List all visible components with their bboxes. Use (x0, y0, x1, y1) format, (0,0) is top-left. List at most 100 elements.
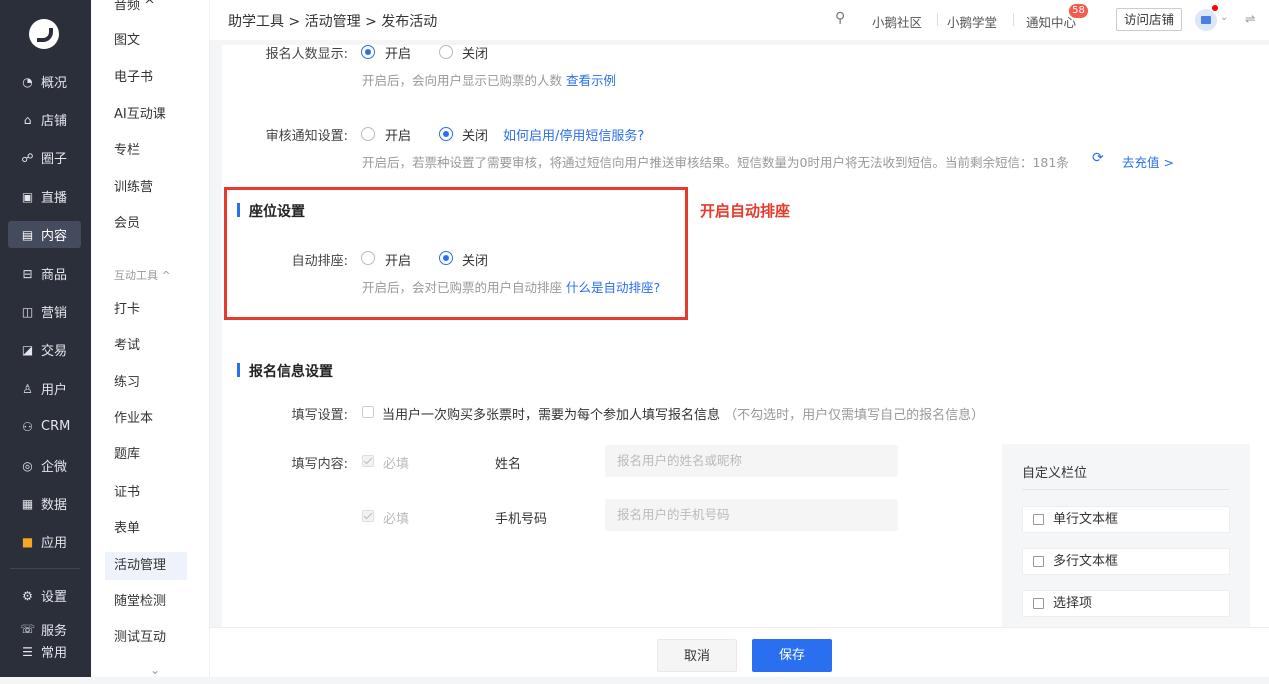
sidebar2-item-quiz[interactable]: 随堂检测 (105, 588, 187, 616)
signup-count-off-radio[interactable] (439, 45, 453, 59)
textarea-icon (1033, 556, 1044, 567)
audit-notice-hint: 开启后，若票种设置了需要审核，将通过短信向用户推送审核结果。短信数量为0时用户将… (362, 155, 1069, 170)
circle-icon: ☍ (21, 150, 34, 165)
community-link[interactable]: 小鹅社区 (872, 12, 922, 31)
sidebar-item-crm[interactable]: ⚇ CRM (8, 413, 81, 440)
sidebar2-item-checkin[interactable]: 打卡 (105, 296, 187, 324)
signup-count-label: 报名人数显示: (265, 47, 348, 62)
sidebar-item-goods[interactable]: ⊟ 商品 (8, 260, 81, 287)
secondary-sidebar: 音频 ^ 图文 电子书 AI互动课 专栏 训练营 会员 互动工具 ^ 打卡 考试… (91, 0, 210, 677)
data-icon: ▦ (21, 496, 34, 511)
sidebar2-item-activity[interactable]: 活动管理 (105, 552, 187, 580)
cancel-button[interactable]: 取消 (657, 639, 737, 672)
audit-notice-on-radio[interactable] (361, 127, 375, 141)
refresh-icon[interactable]: ⟳ (1092, 150, 1104, 166)
sidebar-item-content[interactable]: ▤ 内容 (8, 221, 81, 248)
sidebar2-item-column[interactable]: 专栏 (105, 137, 187, 165)
live-icon: ▣ (21, 189, 34, 204)
audit-notice-label: 审核通知设置: (265, 129, 348, 144)
sidebar-item-trade[interactable]: ◪ 交易 (8, 336, 81, 363)
signup-count-on-radio[interactable] (361, 45, 375, 59)
sidebar-item-label: 常用 (41, 646, 68, 661)
sidebar2-item-form[interactable]: 表单 (105, 515, 187, 543)
school-link[interactable]: 小鹅学堂 (947, 12, 997, 31)
sidebar2-item-homework[interactable]: 作业本 (105, 405, 187, 433)
goods-icon: ⊟ (22, 266, 33, 281)
sidebar-item-label: 数据 (41, 498, 68, 513)
fill-setting-label: 填写设置: (291, 408, 348, 423)
service-icon: ☏ (20, 622, 36, 636)
audit-notice-off-radio[interactable] (439, 127, 453, 141)
single-line-text-item[interactable]: 单行文本框 (1022, 506, 1230, 533)
sidebar2-item-camp[interactable]: 训练营 (105, 174, 187, 202)
sidebar-item-circle[interactable]: ☍ 圈子 (8, 144, 81, 171)
item-label: 多行文本框 (1053, 554, 1119, 569)
sidebar-item-label: 服务 (41, 623, 68, 637)
sidebar2-item-question-bank[interactable]: 题库 (105, 441, 187, 469)
sms-service-help-link[interactable]: 如何启用/停用短信服务? (503, 125, 644, 144)
chevron-down-icon[interactable]: ⌄ (1220, 12, 1228, 23)
visit-store-button[interactable]: 访问店铺 (1116, 8, 1182, 31)
divider (937, 13, 938, 26)
sidebar-item-service[interactable]: ☏ 服务 (8, 622, 81, 636)
audit-notice-on-label[interactable]: 开启 (385, 125, 411, 144)
sidebar2-item-audio[interactable]: 音频 ^ (105, 0, 187, 20)
option-item[interactable]: 选择项 (1022, 590, 1230, 617)
signup-info-section-title: 报名信息设置 (237, 361, 333, 381)
signup-count-on-label[interactable]: 开启 (385, 43, 411, 62)
sidebar2-item-ai-course[interactable]: AI互动课 (105, 101, 187, 129)
sidebar-item-wecom[interactable]: ◎ 企微 (8, 452, 81, 479)
marketing-icon: ◫ (21, 304, 34, 319)
notification-badge: 58 (1069, 4, 1088, 18)
audit-notice-off-label[interactable]: 关闭 (462, 125, 488, 144)
text-icon (1033, 514, 1044, 525)
logo-icon[interactable] (29, 19, 59, 49)
avatar[interactable] (1195, 9, 1217, 31)
sidebar2-item-member[interactable]: 会员 (105, 210, 187, 238)
sidebar2-item-ebook[interactable]: 电子书 (105, 64, 187, 92)
sidebar-item-common[interactable]: ☰ 常用 (8, 638, 81, 665)
search-icon[interactable]: ⚲ (835, 10, 845, 26)
content-icon: ▤ (21, 227, 34, 242)
sidebar2-item-article[interactable]: 图文 (105, 27, 187, 55)
signup-count-hint: 开启后，会向用户显示已购票的人数 查看示例 (362, 70, 616, 89)
sidebar-item-label: 交易 (41, 344, 68, 359)
sidebar-item-data[interactable]: ▦ 数据 (8, 490, 81, 517)
footer-bar: 取消 保存 (210, 627, 1269, 677)
sidebar-item-store[interactable]: ⌂ 店铺 (8, 106, 81, 133)
sidebar2-item-practice[interactable]: 练习 (105, 369, 187, 397)
store-icon: ⌂ (23, 112, 32, 127)
sidebar2-group-tools[interactable]: 互动工具 ^ (105, 262, 187, 290)
sidebar-item-apps[interactable]: ■ 应用 (8, 528, 81, 555)
user-icon: ♙ (22, 381, 33, 396)
sidebar-item-label: 概况 (41, 76, 68, 91)
sidebar-item-label: 应用 (41, 536, 68, 551)
signup-count-off-label[interactable]: 关闭 (462, 43, 488, 62)
sidebar-item-settings[interactable]: ⚙ 设置 (8, 582, 81, 609)
sidebar-item-label: 圈子 (41, 152, 68, 167)
sidebar-item-users[interactable]: ♙ 用户 (8, 375, 81, 402)
phone-field[interactable]: 报名用户的手机号码 (605, 499, 898, 531)
sidebar2-item-interactive-test[interactable]: 测试互动 (105, 624, 187, 652)
sidebar2-item-certificate[interactable]: 证书 (105, 479, 187, 507)
sidebar-item-live[interactable]: ▣ 直播 (8, 183, 81, 210)
item-label: 选择项 (1053, 596, 1093, 611)
sidebar-item-marketing[interactable]: ◫ 营销 (8, 298, 81, 325)
view-example-link[interactable]: 查看示例 (566, 73, 616, 88)
divider (1013, 13, 1014, 26)
name-field[interactable]: 报名用户的姓名或昵称 (605, 445, 898, 477)
sidebar-item-label: 内容 (41, 229, 68, 244)
notification-center-link[interactable]: 通知中心 (1026, 12, 1076, 31)
recharge-link[interactable]: 去充值 > (1122, 152, 1174, 171)
switch-icon[interactable]: ⇌ (1245, 11, 1255, 26)
sidebar-item-overview[interactable]: ◔ 概况 (8, 68, 81, 95)
wecom-icon: ◎ (22, 458, 33, 473)
alert-dot (1212, 5, 1218, 11)
fill-each-attendee-checkbox[interactable] (362, 406, 374, 418)
sidebar-item-label: 设置 (41, 590, 68, 605)
multi-line-text-item[interactable]: 多行文本框 (1022, 548, 1230, 575)
save-button[interactable]: 保存 (752, 639, 832, 672)
field-phone-label: 手机号码 (495, 512, 548, 527)
fill-note: （不勾选时，用户仅需填写自己的报名信息） (724, 408, 985, 423)
sidebar2-item-exam[interactable]: 考试 (105, 332, 187, 360)
